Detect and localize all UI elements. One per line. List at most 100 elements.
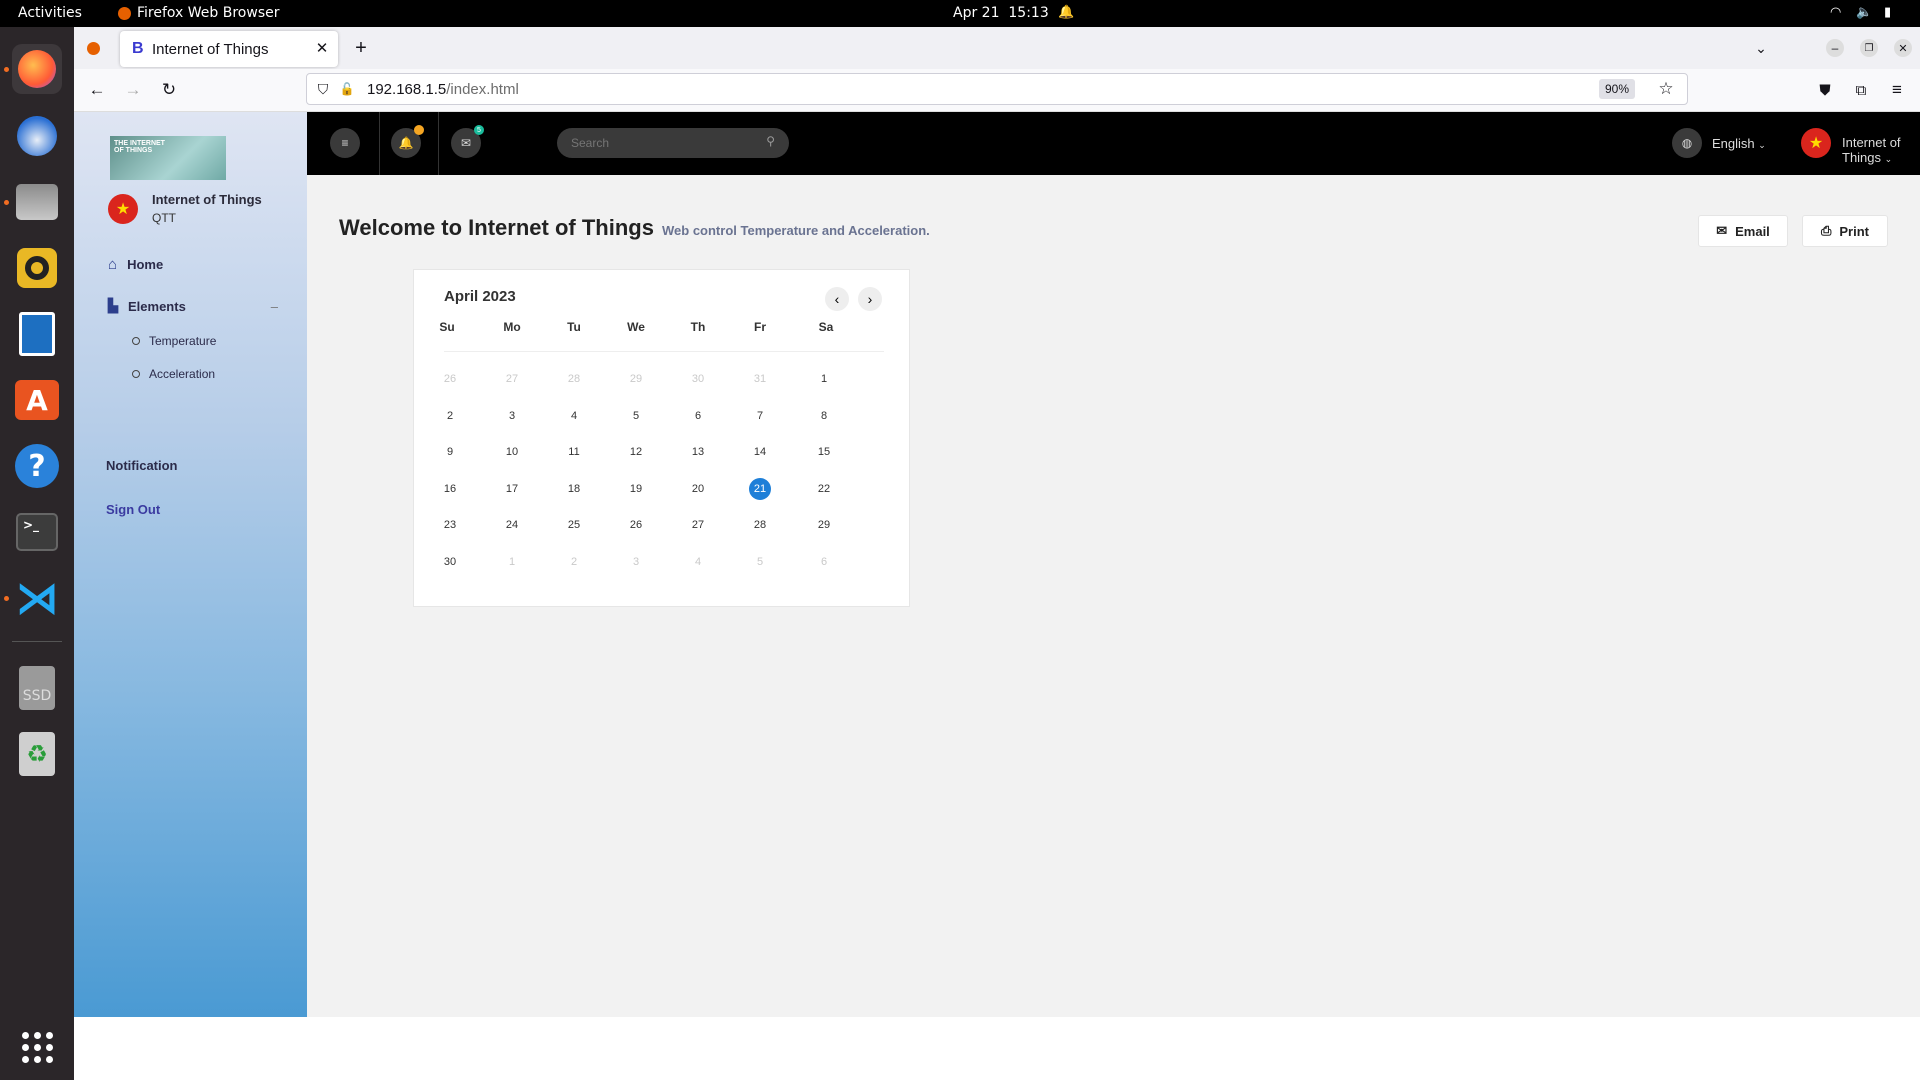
calendar-day[interactable]: 22	[813, 478, 835, 500]
battery-icon[interactable]: ▮	[1884, 5, 1891, 20]
globe-icon[interactable]: ◍	[1672, 128, 1702, 158]
calendar-day[interactable]: 14	[749, 441, 771, 463]
calendar-day[interactable]: 23	[439, 514, 461, 536]
calendar-day[interactable]: 28	[749, 514, 771, 536]
calendar-day[interactable]: 5	[749, 551, 771, 573]
calendar-day[interactable]: 5	[625, 405, 647, 427]
calendar-day[interactable]: 2	[563, 551, 585, 573]
prev-month-button[interactable]: ‹	[825, 287, 849, 311]
app-menu[interactable]: Firefox Web Browser	[118, 5, 280, 21]
calendar-day[interactable]: 17	[501, 478, 523, 500]
menu-icon[interactable]: ≡	[1886, 79, 1908, 101]
lock-icon[interactable]: 🔓	[339, 81, 355, 97]
calendar-day[interactable]: 21	[749, 477, 771, 500]
dock-writer[interactable]	[12, 309, 62, 359]
maximize-icon[interactable]: ❐	[1860, 39, 1878, 57]
wifi-icon[interactable]: ◠	[1830, 5, 1841, 20]
nav-sub-acceleration[interactable]: Acceleration	[132, 367, 215, 381]
calendar-day[interactable]: 27	[687, 514, 709, 536]
calendar-day[interactable]: 6	[813, 551, 835, 573]
minimize-icon[interactable]: –	[1826, 39, 1844, 57]
new-tab-icon[interactable]: +	[350, 37, 372, 59]
calendar-day[interactable]: 15	[813, 441, 835, 463]
dock-trash[interactable]: ♻	[12, 729, 62, 779]
volume-icon[interactable]: 🔈	[1856, 5, 1872, 20]
calendar-day[interactable]: 31	[749, 368, 771, 390]
dock-rhythmbox[interactable]	[12, 243, 62, 293]
calendar-day[interactable]: 18	[563, 478, 585, 500]
activities-button[interactable]: Activities	[18, 5, 82, 21]
calendar-day[interactable]: 24	[501, 514, 523, 536]
zoom-indicator[interactable]: 90%	[1599, 79, 1636, 99]
url-bar[interactable]: ⛉ 🔓 192.168.1.5/index.html 90% ☆	[306, 73, 1688, 105]
dock-thunderbird[interactable]	[12, 111, 62, 161]
calendar-day[interactable]: 10	[501, 441, 523, 463]
search-input[interactable]	[571, 135, 751, 151]
list-tabs-icon[interactable]: ⌄	[1750, 37, 1772, 59]
calendar-day[interactable]: 3	[501, 405, 523, 427]
dock-vscode[interactable]: ⋊	[12, 573, 62, 624]
bookmark-star-icon[interactable]: ☆	[1657, 79, 1675, 98]
firefox-view-icon[interactable]	[84, 39, 102, 57]
calendar-day[interactable]: 26	[625, 514, 647, 536]
user-menu[interactable]: Internet of Things ⌄	[1842, 135, 1920, 165]
reload-icon[interactable]: ↻	[158, 79, 180, 101]
search-icon[interactable]: ⚲	[766, 134, 775, 148]
calendar-day[interactable]: 12	[625, 441, 647, 463]
calendar-day[interactable]: 1	[501, 551, 523, 573]
url-text[interactable]: 192.168.1.5/index.html	[367, 81, 519, 98]
calendar-day[interactable]: 27	[501, 368, 523, 390]
calendar-day[interactable]: 20	[687, 478, 709, 500]
forward-icon[interactable]: →	[122, 79, 144, 101]
shield-icon[interactable]: ⛉	[315, 81, 331, 97]
next-month-button[interactable]: ›	[858, 287, 882, 311]
calendar-day[interactable]: 30	[439, 551, 461, 573]
calendar-day[interactable]: 1	[813, 368, 835, 390]
calendar-day[interactable]: 29	[625, 368, 647, 390]
dock-terminal[interactable]: >_	[12, 507, 62, 557]
calendar-day[interactable]: 11	[563, 441, 585, 463]
nav-elements[interactable]: ▙ Elements –	[108, 298, 278, 314]
hamburger-icon[interactable]: ≡	[330, 128, 360, 158]
calendar-day[interactable]: 7	[749, 405, 771, 427]
dock-files[interactable]	[12, 177, 62, 227]
calendar-day[interactable]: 4	[563, 405, 585, 427]
nav-home[interactable]: ⌂ Home	[108, 256, 163, 273]
calendar-day[interactable]: 30	[687, 368, 709, 390]
dock-help[interactable]: ?	[12, 441, 62, 491]
page-title: Welcome to Internet of Things	[339, 215, 654, 240]
calendar-day[interactable]: 8	[813, 405, 835, 427]
calendar-day[interactable]: 25	[563, 514, 585, 536]
dock-ssd[interactable]: SSD	[12, 663, 62, 713]
print-button[interactable]: ⎙ Print	[1802, 215, 1888, 247]
user-avatar[interactable]: ★	[1801, 128, 1831, 158]
show-apps-button[interactable]	[12, 1022, 62, 1072]
calendar-day[interactable]: 13	[687, 441, 709, 463]
email-button[interactable]: ✉ Email	[1698, 215, 1788, 247]
calendar-day[interactable]: 19	[625, 478, 647, 500]
extensions-icon[interactable]: ⧉	[1850, 79, 1872, 101]
back-icon[interactable]: ←	[86, 79, 108, 101]
calendar-day[interactable]: 29	[813, 514, 835, 536]
brand-logo[interactable]: THE INTERNET OF THINGS	[110, 136, 226, 180]
dock-software[interactable]: A	[12, 375, 62, 425]
search-box[interactable]: ⚲	[557, 128, 789, 158]
calendar-day[interactable]: 16	[439, 478, 461, 500]
close-tab-icon[interactable]: ✕	[314, 40, 330, 57]
pocket-icon[interactable]: ⛊	[1814, 79, 1836, 101]
close-window-icon[interactable]: ✕	[1894, 39, 1912, 57]
calendar-day[interactable]: 26	[439, 368, 461, 390]
calendar-day[interactable]: 3	[625, 551, 647, 573]
dock-firefox[interactable]	[12, 44, 62, 94]
nav-sign-out[interactable]: Sign Out	[106, 502, 160, 517]
clock[interactable]: Apr 21 15:13	[953, 5, 1049, 21]
language-selector[interactable]: English ⌄	[1712, 136, 1766, 151]
calendar-day[interactable]: 28	[563, 368, 585, 390]
browser-tab[interactable]: B Internet of Things ✕	[120, 31, 338, 67]
nav-notification[interactable]: Notification	[106, 458, 178, 473]
nav-sub-temperature[interactable]: Temperature	[132, 334, 216, 348]
calendar-day[interactable]: 9	[439, 441, 461, 463]
calendar-day[interactable]: 6	[687, 405, 709, 427]
calendar-day[interactable]: 4	[687, 551, 709, 573]
calendar-day[interactable]: 2	[439, 405, 461, 427]
